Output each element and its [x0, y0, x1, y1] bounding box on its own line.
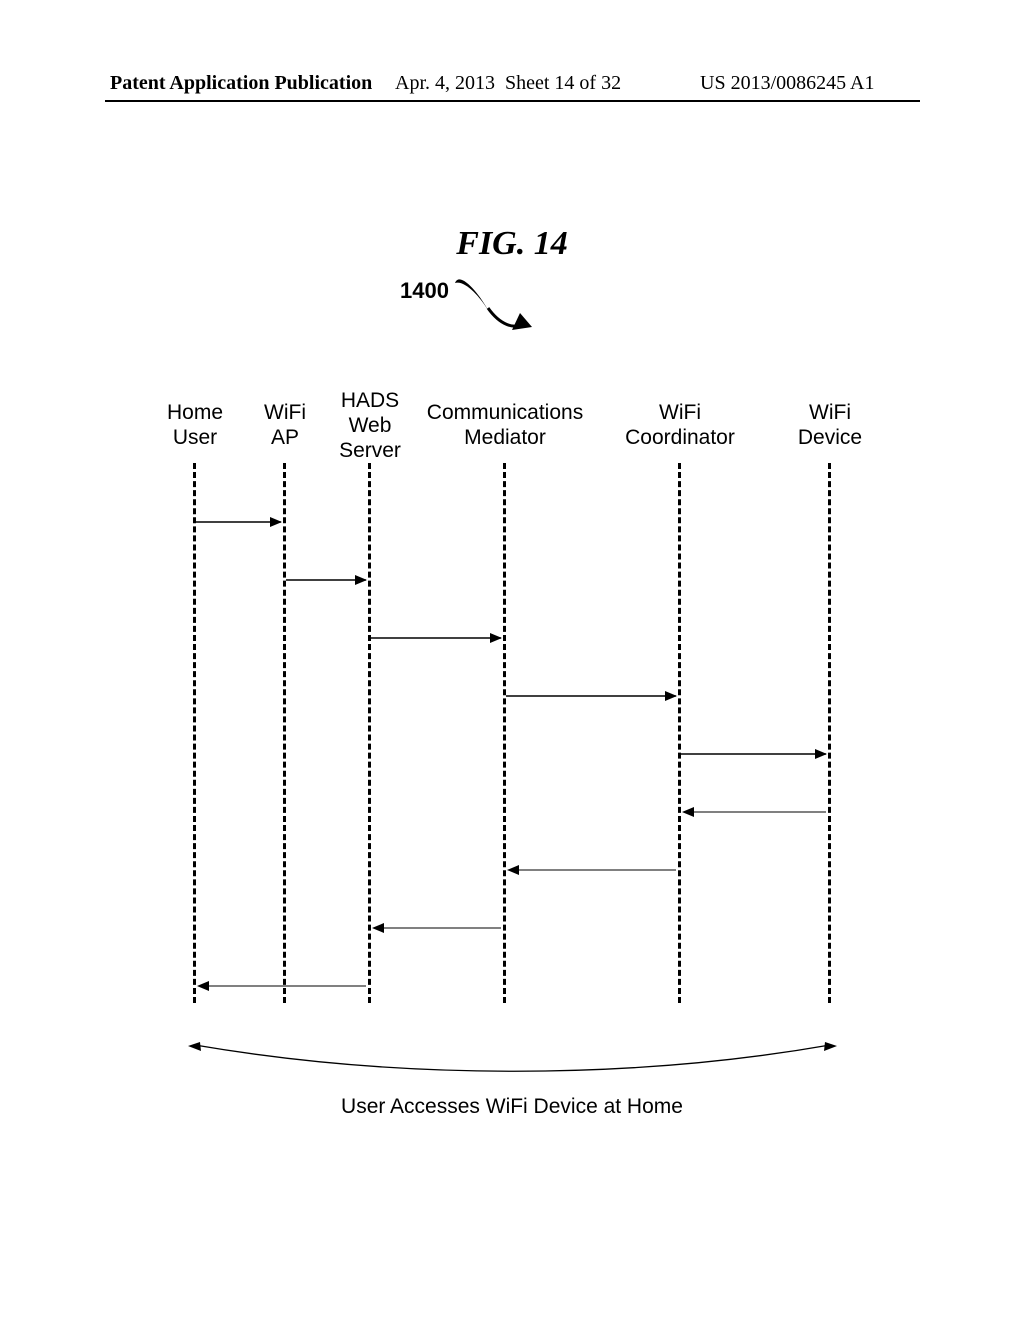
- sequence-arrows: [0, 0, 1024, 1320]
- span-arrow-left-icon: [188, 1042, 201, 1051]
- span-curve: [195, 1045, 830, 1071]
- span-arrow-right-icon: [824, 1042, 837, 1051]
- diagram-caption: User Accesses WiFi Device at Home: [0, 1095, 1024, 1119]
